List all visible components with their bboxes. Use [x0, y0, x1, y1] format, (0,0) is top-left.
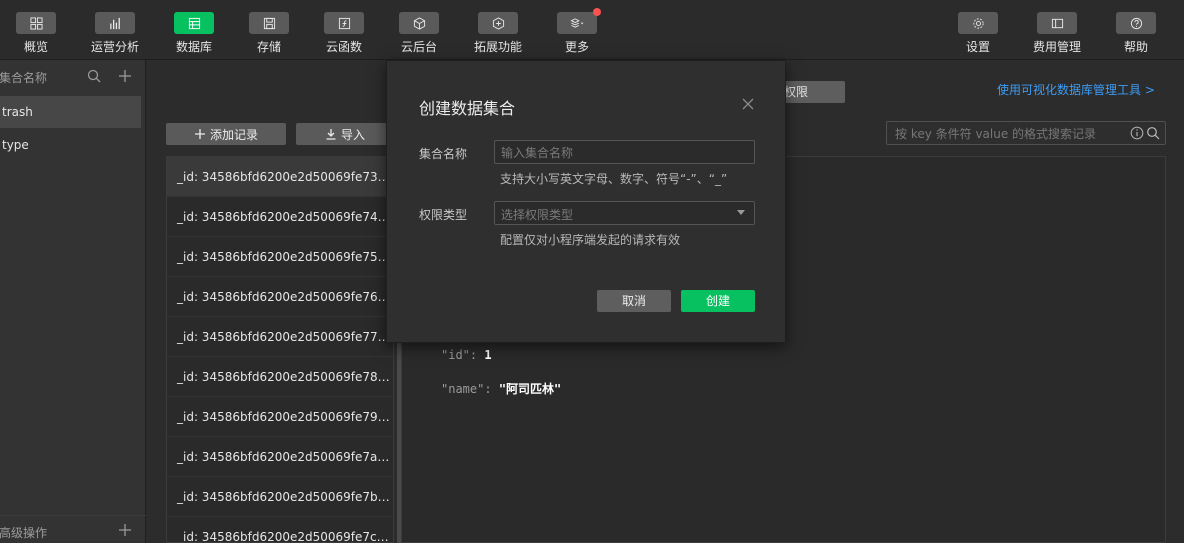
list-item[interactable]: _id: 34586bfd6200e2d50069fe7573...	[167, 237, 393, 277]
dialog-title: 创建数据集合	[419, 99, 516, 118]
import-button[interactable]: 导入	[296, 123, 394, 145]
collection-name-field	[494, 140, 755, 164]
permission-type-hint: 配置仅对小程序端发起的请求有效	[500, 233, 681, 247]
tool-label: 数据库	[175, 40, 212, 54]
collection-name-hint: 支持大小写英文字母、数字、符号“-”、“_”	[500, 172, 728, 186]
tool-cloud-functions[interactable]: 云函数	[309, 12, 379, 55]
collection-name-label: 集合名称	[419, 147, 468, 161]
tool-database[interactable]: 数据库	[159, 12, 229, 55]
visual-db-tool-link[interactable]: 使用可视化数据库管理工具 >	[997, 81, 1155, 98]
list-item[interactable]: _id: 34586bfd6200e2d50069fe7903...	[167, 397, 393, 437]
create-button[interactable]: 创建	[681, 290, 755, 312]
list-item[interactable]: _id: 34586bfd6200e2d50069fe7a75...	[167, 437, 393, 477]
list-item[interactable]: _id: 34586bfd6200e2d50069fe7777...	[167, 317, 393, 357]
sidebar-item-type[interactable]: type	[0, 129, 141, 161]
add-record-label: 添加记录	[209, 127, 258, 142]
tool-analytics[interactable]: 运营分析	[80, 12, 150, 55]
record-list: _id: 34586bfd6200e2d50069fe737c... _id: …	[166, 156, 394, 543]
tool-overview[interactable]: 概览	[1, 12, 71, 55]
sidebar-title: 集合名称	[0, 71, 48, 85]
tool-settings[interactable]: 设置	[943, 12, 1013, 55]
tool-label: 存储	[256, 40, 281, 54]
bar-chart-icon	[95, 12, 135, 34]
record-search	[886, 121, 1166, 145]
list-item[interactable]: _id: 34586bfd6200e2d50069fe7432...	[167, 197, 393, 237]
tool-storage[interactable]: 存储	[234, 12, 304, 55]
billing-icon	[1037, 12, 1077, 34]
list-item[interactable]: _id: 34586bfd6200e2d50069fe7622...	[167, 277, 393, 317]
tool-label: 费用管理	[1032, 40, 1081, 54]
list-item[interactable]: _id: 34586bfd6200e2d50069fe737c...	[167, 157, 393, 197]
tool-help[interactable]: 帮助	[1101, 12, 1171, 55]
tool-label: 概览	[23, 40, 48, 54]
list-item[interactable]: _id: 34586bfd6200e2d50069fe7808...	[167, 357, 393, 397]
permission-type-select[interactable]: 选择权限类型	[494, 201, 755, 225]
layers-icon	[557, 8, 601, 34]
close-icon[interactable]	[741, 97, 755, 111]
grid-icon	[16, 12, 56, 34]
json-value[interactable]: 1	[484, 348, 491, 362]
notification-badge	[593, 8, 601, 16]
sidebar-item-trash[interactable]: trash	[0, 96, 141, 128]
json-key: "name":	[441, 382, 492, 396]
tool-label: 云后台	[400, 40, 437, 54]
tool-label: 云函数	[325, 40, 362, 54]
download-icon	[326, 129, 336, 140]
tool-label: 设置	[965, 40, 990, 54]
tool-extensions[interactable]: 拓展功能	[463, 12, 533, 55]
permission-type-placeholder: 选择权限类型	[501, 208, 574, 222]
tool-more[interactable]: 更多	[542, 8, 612, 55]
list-item[interactable]: _id: 34586bfd6200e2d50069fe7b0...	[167, 477, 393, 517]
info-icon[interactable]	[1130, 126, 1144, 140]
json-value[interactable]: "阿司匹林"	[499, 382, 561, 396]
database-icon	[174, 12, 214, 34]
tool-label: 拓展功能	[473, 40, 522, 54]
extension-icon	[478, 12, 518, 34]
tool-label: 帮助	[1123, 40, 1148, 54]
function-icon	[324, 12, 364, 34]
advanced-operations-label: 高级操作	[0, 526, 48, 540]
add-operation-icon[interactable]	[116, 521, 134, 539]
top-toolbar: 概览 运营分析 数据库 存储 云函数 云后台 拓展功能 更多 设置 费用管理 帮…	[0, 0, 1184, 60]
json-field-name: "name": "阿司匹林"	[441, 380, 561, 397]
collection-sidebar: 集合名称 trash type 高级操作	[0, 60, 146, 543]
collection-name-input[interactable]	[501, 144, 749, 161]
caret-down-icon	[737, 210, 745, 215]
cancel-button[interactable]: 取消	[597, 290, 671, 312]
search-icon[interactable]	[86, 68, 102, 84]
create-collection-dialog: 创建数据集合 集合名称 支持大小写英文字母、数字、符号“-”、“_” 权限类型 …	[386, 60, 786, 343]
tool-cloud-backend[interactable]: 云后台	[384, 12, 454, 55]
tool-label: 更多	[564, 40, 589, 54]
add-collection-icon[interactable]	[116, 67, 134, 85]
plus-icon	[194, 129, 205, 139]
permission-type-label: 权限类型	[419, 208, 468, 222]
list-item[interactable]: _id: 34586bfd6200e2d50069fe7c65...	[167, 517, 393, 542]
advanced-operations: 高级操作	[0, 515, 146, 543]
help-icon	[1116, 12, 1156, 34]
add-record-button[interactable]: 添加记录	[166, 123, 286, 145]
gear-icon	[958, 12, 998, 34]
save-icon	[249, 12, 289, 34]
json-field-id: "id": 1	[441, 348, 492, 362]
record-search-input[interactable]	[895, 125, 1127, 142]
tool-billing[interactable]: 费用管理	[1022, 12, 1092, 55]
json-key: "id":	[441, 348, 478, 362]
tool-label: 运营分析	[90, 40, 139, 54]
search-icon[interactable]	[1146, 126, 1160, 140]
sidebar-header: 集合名称	[0, 60, 146, 92]
cube-icon	[399, 12, 439, 34]
import-label: 导入	[340, 127, 365, 142]
